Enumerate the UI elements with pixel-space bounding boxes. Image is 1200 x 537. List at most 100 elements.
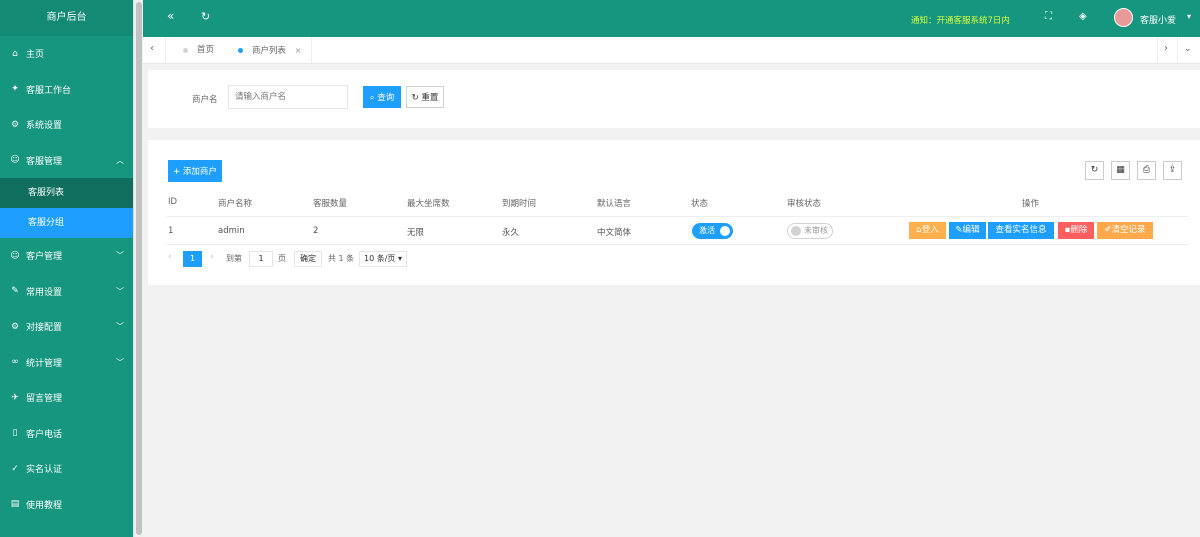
reset-button[interactable]: ↻ 重置 — [406, 86, 444, 108]
gear-icon: ⚙ — [10, 119, 20, 130]
refresh-icon[interactable]: ↻ — [201, 10, 210, 23]
avatar[interactable] — [1114, 8, 1133, 27]
sidebar-item-label: 留言管理 — [26, 394, 63, 405]
tab-bar: ‹ 首页 商户列表 × › ⌄ — [143, 37, 1200, 64]
delete-button[interactable]: ▪删除 — [1058, 222, 1094, 239]
tab-next-icon[interactable]: › — [1164, 43, 1168, 54]
page-confirm-button[interactable]: 确定 — [294, 251, 322, 267]
chevron-down-icon: ▾ — [397, 254, 402, 263]
collapse-icon[interactable]: « — [167, 9, 174, 23]
export-icon[interactable]: ⇪ — [1163, 161, 1182, 180]
edit-button[interactable]: ✎编辑 — [949, 222, 986, 239]
toggle-knob — [791, 226, 801, 236]
page-size-select[interactable]: 10 条/页 ▾ — [359, 251, 407, 267]
sidebar-item-system-settings[interactable]: ⚙ 系统设置 — [0, 107, 133, 143]
column-header: 客服数量 — [313, 199, 348, 209]
plug-icon: ⚙ — [10, 321, 20, 332]
tab-home[interactable]: 首页 — [183, 37, 214, 64]
login-label: 登入 — [921, 225, 939, 235]
columns-icon[interactable]: ▦ — [1111, 161, 1130, 180]
stats-icon: ∞ — [11, 357, 19, 368]
table-divider — [166, 244, 1188, 245]
cell-merchant-name: admin — [218, 226, 245, 236]
reset-button-label: 重置 — [421, 93, 439, 103]
workbench-icon: ✦ — [11, 84, 19, 95]
view-verification-button[interactable]: 查看实名信息 — [988, 222, 1054, 239]
tab-divider — [1157, 37, 1158, 64]
sidebar-item-common-settings[interactable]: ✎ 常用设置 ﹀ — [0, 274, 133, 310]
search-button[interactable]: ⌕ 查询 — [363, 86, 401, 108]
close-icon[interactable]: × — [295, 46, 302, 55]
theme-icon[interactable]: ◈ — [1079, 11, 1087, 22]
status-toggle[interactable]: 激活 — [692, 223, 733, 239]
status-toggle-label: 激活 — [699, 226, 715, 235]
cell-id: 1 — [168, 226, 174, 236]
sidebar-item-agent-management[interactable]: ☺ 客服管理 ︿ — [0, 143, 133, 179]
tab-merchant-list[interactable]: 商户列表 × — [238, 37, 301, 64]
prev-page-icon[interactable]: ‹ — [168, 252, 172, 262]
page-unit-label: 页 — [278, 254, 286, 263]
print-icon[interactable]: ⎙ — [1137, 161, 1156, 180]
sidebar-subitem-agent-group[interactable]: 客服分组 — [0, 208, 133, 238]
page-jump-input[interactable]: 1 — [249, 251, 273, 267]
chevron-down-icon[interactable]: ▾ — [1187, 12, 1191, 21]
sidebar-item-messages[interactable]: ✈ 留言管理 — [0, 380, 133, 416]
toggle-knob — [720, 226, 730, 236]
edit-label: 编辑 — [962, 225, 980, 235]
page-current[interactable]: 1 — [183, 251, 202, 267]
scrollbar-thumb[interactable] — [136, 2, 142, 535]
edit-icon: ✎ — [955, 225, 963, 235]
sidebar-item-tutorial[interactable]: ▤ 使用教程 — [0, 487, 133, 523]
goto-label: 到第 — [226, 254, 242, 263]
tab-menu-icon[interactable]: ⌄ — [1184, 44, 1192, 54]
column-header: ID — [168, 197, 178, 207]
chevron-down-icon: ﹀ — [116, 322, 124, 332]
sidebar-subitem-agent-list[interactable]: 客服列表 — [0, 178, 133, 208]
sidebar: 商户后台 ⌂ 主页 ✦ 客服工作台 ⚙ 系统设置 ☺ 客服管理 ︿ 客服列表 客… — [0, 0, 133, 537]
add-merchant-label: 添加商户 — [182, 167, 217, 177]
sidebar-item-customer-management[interactable]: ☺ 客户管理 ﹀ — [0, 238, 133, 274]
login-button[interactable]: ⌂登入 — [909, 222, 946, 239]
sidebar-item-label: 系统设置 — [26, 121, 63, 132]
refresh-table-icon[interactable]: ↻ — [1085, 161, 1104, 180]
audit-toggle-label: 未审核 — [804, 226, 828, 235]
phrase-icon: ✎ — [11, 286, 19, 297]
eraser-icon: ✐ — [1104, 225, 1112, 235]
cell-max-seats: 无限 — [407, 228, 425, 238]
chevron-down-icon: ﹀ — [116, 286, 124, 296]
sidebar-item-label: 主页 — [26, 50, 45, 61]
tab-dot — [238, 48, 243, 53]
next-page-icon[interactable]: › — [210, 252, 214, 262]
sidebar-item-label: 客服工作台 — [26, 85, 72, 96]
sidebar-scrollbar[interactable] — [133, 0, 143, 537]
username[interactable]: 客服小爱 — [1140, 13, 1176, 26]
sidebar-item-label: 客服管理 — [26, 156, 63, 167]
top-header: « ↻ 通知：开通客服系统7日内 ⛶ ◈ 客服小爱 ▾ — [143, 0, 1200, 37]
merchant-name-input[interactable] — [228, 85, 348, 109]
search-panel: 商户名 ⌕ 查询 ↻ 重置 — [148, 70, 1200, 128]
clear-records-button[interactable]: ✐清空记录 — [1097, 222, 1153, 239]
sidebar-item-label: 客户管理 — [26, 252, 63, 263]
sidebar-item-home[interactable]: ⌂ 主页 — [0, 36, 133, 72]
cell-language: 中文简体 — [597, 228, 632, 238]
sidebar-item-verification[interactable]: ✓ 实名认证 — [0, 451, 133, 487]
column-header: 商户名称 — [218, 199, 253, 209]
column-header: 默认语言 — [597, 199, 632, 209]
sidebar-item-label: 实名认证 — [26, 465, 63, 476]
user-icon: ☺ — [10, 155, 20, 166]
column-header: 操作 — [1022, 199, 1040, 209]
sidebar-item-statistics[interactable]: ∞ 统计管理 ﹀ — [0, 345, 133, 381]
sidebar-item-workbench[interactable]: ✦ 客服工作台 — [0, 72, 133, 108]
audit-toggle[interactable]: 未审核 — [787, 223, 833, 239]
tab-prev-icon[interactable]: ‹ — [150, 43, 154, 54]
column-header: 到期时间 — [502, 199, 537, 209]
add-merchant-button[interactable]: + 添加商户 — [168, 160, 222, 182]
notice-text: 通知：开通客服系统7日内 — [911, 16, 1010, 26]
home-icon: ⌂ — [12, 48, 18, 59]
sidebar-item-customer-phone[interactable]: ▯ 客户电话 — [0, 416, 133, 452]
delete-label: 删除 — [1070, 225, 1088, 235]
table-divider — [166, 216, 1188, 217]
sidebar-item-integration[interactable]: ⚙ 对接配置 ﹀ — [0, 309, 133, 345]
page-size-value: 10 条/页 — [364, 254, 396, 263]
fullscreen-icon[interactable]: ⛶ — [1045, 11, 1052, 22]
